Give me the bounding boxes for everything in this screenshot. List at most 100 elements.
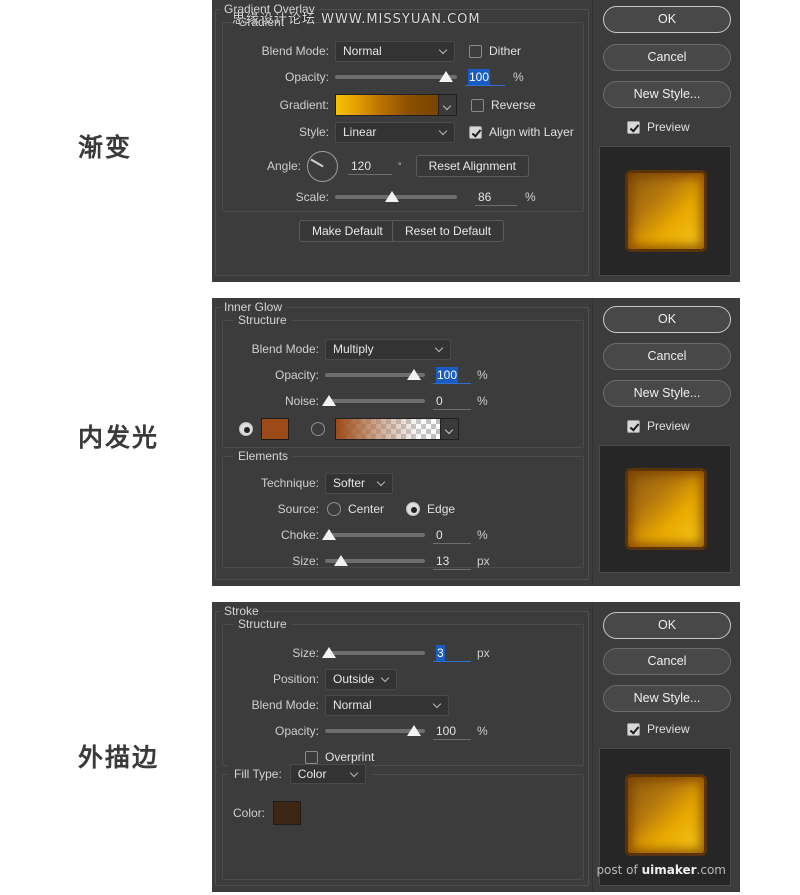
make-default-button[interactable]: Make Default: [299, 220, 396, 242]
dither-label: Dither: [489, 44, 522, 58]
style-label: Style:: [298, 125, 329, 139]
inner-glow-dialog: Inner Glow Structure Blend Mode: Multipl…: [212, 298, 740, 586]
size-slider-thumb[interactable]: [334, 555, 348, 566]
technique-select[interactable]: Softer: [325, 472, 393, 494]
overprint-checkbox[interactable]: [305, 750, 318, 764]
preview-checkbox[interactable]: [627, 722, 640, 736]
size-label: Size:: [292, 554, 319, 568]
blend-mode-value: Normal: [343, 44, 382, 58]
chevron-down-icon[interactable]: [438, 95, 456, 115]
gradient-picker[interactable]: [335, 94, 457, 116]
noise-row: Noise: 0 %: [223, 391, 585, 411]
ok-button[interactable]: OK: [603, 612, 731, 639]
preview-toggle[interactable]: Preview: [627, 722, 690, 736]
size-slider-thumb[interactable]: [322, 647, 336, 658]
size-input[interactable]: 3: [433, 644, 471, 662]
size-label: Size:: [292, 646, 319, 660]
angle-dial[interactable]: [307, 150, 338, 182]
glow-gradient-strip: [336, 419, 440, 439]
preview-label: Preview: [647, 419, 690, 433]
opacity-input[interactable]: 100: [433, 366, 471, 384]
cancel-button[interactable]: Cancel: [603, 44, 731, 71]
blend-mode-select[interactable]: Normal: [335, 40, 455, 62]
opacity-slider-thumb[interactable]: [407, 369, 421, 380]
position-select[interactable]: Outside: [325, 668, 397, 690]
blend-mode-select[interactable]: Multiply: [325, 338, 451, 360]
scale-slider-thumb[interactable]: [385, 191, 399, 202]
position-label: Position:: [272, 672, 319, 686]
new-style-button[interactable]: New Style...: [603, 81, 731, 108]
source-edge-radio[interactable]: [406, 502, 421, 516]
preview-toggle[interactable]: Preview: [627, 419, 690, 433]
scale-slider[interactable]: [335, 190, 457, 204]
dither-checkbox[interactable]: [469, 44, 482, 58]
opacity-label: Opacity:: [284, 70, 329, 84]
opacity-row: Opacity: 100 %: [223, 721, 585, 741]
preview-checkbox[interactable]: [627, 120, 640, 134]
choke-slider-thumb[interactable]: [322, 529, 336, 540]
choke-input[interactable]: 0: [433, 527, 471, 544]
cancel-button[interactable]: Cancel: [603, 343, 731, 370]
watermark-bottom-prefix: post of: [596, 863, 642, 877]
watermark-bottom-brand: uimaker: [641, 863, 697, 877]
new-style-button[interactable]: New Style...: [603, 685, 731, 712]
style-row: Style: Linear Align with Layer: [223, 121, 585, 143]
preview-checkbox[interactable]: [627, 419, 640, 433]
glow-gradient-picker[interactable]: [335, 418, 459, 440]
watermark-bottom-tld: .com: [696, 863, 726, 877]
scale-unit: %: [525, 190, 536, 204]
glow-color-swatch[interactable]: [261, 418, 289, 440]
preview-label: Preview: [647, 722, 690, 736]
opacity-slider[interactable]: [325, 368, 425, 382]
reset-to-default-button[interactable]: Reset to Default: [392, 220, 505, 242]
annotation-gradient: 渐变: [78, 133, 133, 162]
opacity-slider-thumb[interactable]: [439, 71, 453, 82]
angle-label: Angle:: [266, 159, 301, 173]
stroke-actions: OK Cancel New Style... Preview post of u…: [592, 602, 740, 892]
ok-button[interactable]: OK: [603, 306, 731, 333]
fill-type-select[interactable]: Color: [289, 764, 366, 784]
stroke-content: Stroke Structure Size: 3 px Position: Ou…: [212, 602, 592, 892]
structure-group: Structure Size: 3 px Position: Outside B…: [222, 617, 585, 766]
noise-slider[interactable]: [322, 394, 425, 408]
style-select[interactable]: Linear: [335, 121, 455, 143]
size-slider[interactable]: [322, 646, 425, 660]
opacity-input[interactable]: 100: [433, 723, 471, 740]
noise-slider-thumb[interactable]: [322, 395, 336, 406]
opacity-slider-thumb[interactable]: [407, 725, 421, 736]
noise-input[interactable]: 0: [433, 393, 471, 410]
overprint-label: Overprint: [325, 750, 375, 764]
size-unit: px: [477, 554, 490, 568]
watermark-top: 思缘设计论坛 WWW.MISSYUAN.COM: [232, 12, 481, 27]
ok-button[interactable]: OK: [603, 6, 731, 33]
cancel-button[interactable]: Cancel: [603, 648, 731, 675]
chevron-down-icon: [382, 675, 389, 682]
scale-input[interactable]: 86: [475, 189, 517, 206]
new-style-button[interactable]: New Style...: [603, 380, 731, 407]
stroke-color-swatch[interactable]: [273, 801, 302, 825]
choke-slider[interactable]: [322, 528, 425, 542]
reverse-checkbox[interactable]: [471, 98, 484, 112]
blend-mode-label: Blend Mode:: [251, 342, 319, 356]
gradient-group: Gradient Blend Mode: Normal Dither Opaci…: [222, 15, 585, 212]
inner-glow-actions: OK Cancel New Style... Preview: [592, 298, 740, 586]
glow-color-radio[interactable]: [239, 422, 253, 436]
align-with-layer-checkbox[interactable]: [469, 125, 482, 139]
opacity-slider[interactable]: [335, 70, 457, 84]
angle-input[interactable]: 120: [348, 158, 392, 175]
size-row: Size: 13 px: [223, 551, 585, 571]
preview-toggle[interactable]: Preview: [627, 120, 690, 134]
align-with-layer-label: Align with Layer: [489, 125, 574, 139]
gradient-label: Gradient:: [279, 98, 329, 112]
chevron-down-icon: [434, 701, 441, 708]
blend-mode-select[interactable]: Normal: [325, 694, 449, 716]
opacity-input[interactable]: 100: [465, 68, 505, 86]
opacity-slider[interactable]: [325, 724, 425, 738]
reset-alignment-button[interactable]: Reset Alignment: [415, 155, 529, 177]
glow-gradient-radio[interactable]: [311, 422, 325, 436]
chevron-down-icon[interactable]: [440, 419, 458, 439]
size-slider[interactable]: [325, 554, 425, 568]
size-input[interactable]: 13: [433, 553, 471, 570]
source-edge-label: Edge: [427, 502, 456, 516]
source-center-radio[interactable]: [327, 502, 341, 516]
